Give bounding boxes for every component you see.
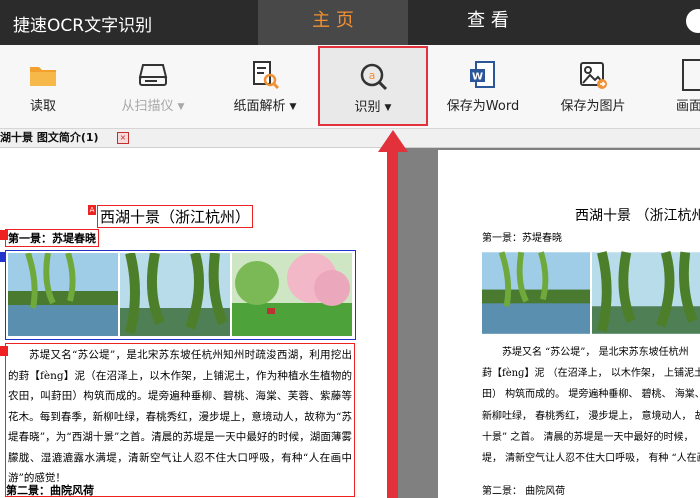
result-line: 十景” 之首。 清晨的苏堤是一天中最好的时候， [482, 431, 694, 443]
read-button[interactable]: 读取 [8, 45, 78, 128]
result-photo-2 [592, 251, 700, 334]
image-icon [580, 62, 607, 89]
source-paragraph-text: 苏堤又名“苏公堤”，是北宋苏东坡任杭州知州时疏浚西湖，利用挖出的葑【fèng】泥… [8, 349, 352, 484]
source-image-region[interactable] [5, 250, 356, 340]
annotation-arrow-head [378, 130, 408, 152]
document-tab-strip: 湖十景 图文简介(1) × [0, 129, 700, 148]
recognize-label: 识别 ▼ [354, 100, 392, 115]
partial-label: 画面 [676, 99, 700, 114]
app-title: 捷速OCR文字识别 [13, 16, 153, 36]
source-section-region[interactable]: 第一景：苏堤春晓 [5, 229, 99, 247]
save-word-label: 保存为Word [446, 99, 520, 114]
source-section2: 第二景：曲院风荷 [6, 484, 94, 497]
blossom-photo [232, 253, 352, 336]
word-icon: W [470, 61, 495, 88]
scanner-label: 从扫描仪 ▼ [121, 99, 185, 114]
result-photo-1 [482, 251, 590, 334]
tab-home[interactable]: 主 页 [258, 0, 408, 45]
result-paragraph: 苏堤又名 “苏公堤”， 是北宋苏东坡任杭州 葑【fènɡ】泥 （在沼泽上， 以木… [482, 342, 700, 469]
source-paragraph-region[interactable]: 苏堤又名“苏公堤”，是北宋苏东坡任杭州知州时疏浚西湖，利用挖出的葑【fèng】泥… [5, 343, 355, 497]
tab-view[interactable]: 查 看 [408, 0, 568, 45]
layout-analysis-label: 纸面解析 ▼ [233, 99, 297, 114]
result-image [482, 251, 700, 335]
scanner-button[interactable]: 从扫描仪 ▼ [108, 45, 198, 128]
svg-text:W: W [472, 72, 483, 83]
partial-button[interactable]: 画面 [670, 45, 700, 128]
layout-analysis-button[interactable]: 纸面解析 ▼ [220, 45, 310, 128]
result-title: 西湖十景 （浙江杭州） [575, 208, 700, 224]
save-image-button[interactable]: 保存为图片 [552, 45, 634, 128]
scanner-icon [138, 64, 168, 86]
folder-icon [30, 67, 56, 86]
recognize-button[interactable]: a 识别 ▼ [318, 46, 428, 126]
result-section2: 第二景： 曲院风荷 [482, 486, 566, 497]
result-line: 苏堤又名 “苏公堤”， 是北宋苏东坡任杭州 [502, 347, 689, 358]
pane-divider [398, 148, 432, 498]
app-logo-icon [686, 9, 700, 33]
source-title-region[interactable]: 西湖十景（浙江杭州） [97, 205, 254, 228]
region-marker: A [88, 205, 96, 215]
willow-photo-2 [120, 253, 230, 336]
save-word-button[interactable]: W 保存为Word [438, 45, 528, 128]
result-line: 葑【fènɡ】泥 （在沼泽上， 以木作架， 上铺泥土 [482, 368, 700, 380]
annotation-arrow-shaft [387, 150, 398, 498]
layout-analysis-icon [253, 61, 280, 90]
ribbon-toolbar: 读取 从扫描仪 ▼ 纸面解析 ▼ a 识别 ▼ W 保存为Word 保存为图片 … [0, 45, 700, 129]
save-image-label: 保存为图片 [560, 99, 626, 114]
close-tab-icon[interactable]: × [117, 132, 129, 144]
recognize-icon: a [360, 63, 388, 91]
title-bar: 捷速OCR文字识别 主 页 查 看 [0, 0, 700, 45]
svg-text:a: a [369, 69, 376, 82]
result-line: 田） 构筑而成的。 堤旁遍种垂柳、 碧桃、 海棠、 芙 [482, 389, 700, 401]
partial-icon [682, 59, 700, 91]
result-section1: 第一景：苏堤春晓 [482, 233, 562, 244]
document-tab[interactable]: 湖十景 图文简介(1) [0, 129, 99, 147]
result-line: 堤， 清新空气让人忍不住大口呼吸， 有种 “人在画 [482, 453, 700, 465]
read-label: 读取 [29, 99, 56, 114]
willow-photo-1 [8, 253, 118, 336]
result-line: 新柳吐绿， 春桃秀红， 漫步堤上， 意境动人， 故称 [482, 410, 700, 422]
